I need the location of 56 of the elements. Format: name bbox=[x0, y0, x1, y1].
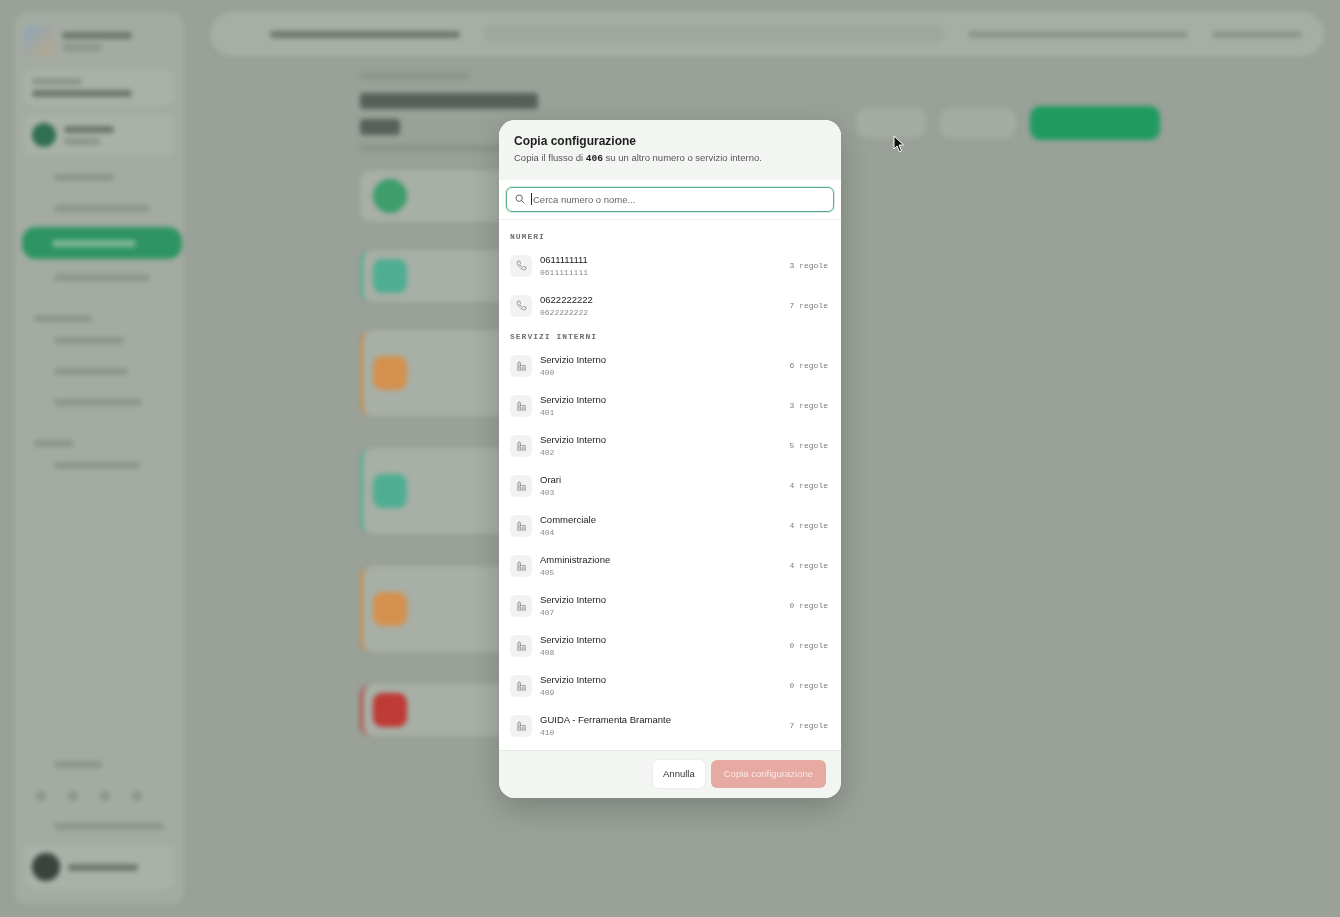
destination-name: Commerciale bbox=[540, 513, 596, 526]
building-icon bbox=[510, 714, 532, 737]
destination-number: 0611111111 bbox=[540, 267, 588, 278]
building-icon bbox=[510, 394, 532, 417]
dialog-subtitle: Copia il flusso di 406 su un altro numero o servizio interno. bbox=[514, 150, 762, 165]
building-icon bbox=[510, 594, 532, 617]
destination-name: Servizio Interno bbox=[540, 353, 606, 366]
building-icon bbox=[510, 514, 532, 537]
phone-icon bbox=[510, 254, 532, 277]
building-icon bbox=[510, 634, 532, 657]
destination-number: 400 bbox=[540, 367, 555, 378]
section-heading: SERVIZI INTERNI bbox=[510, 331, 597, 341]
destination-name: Orari bbox=[540, 473, 562, 486]
destination-number: 401 bbox=[540, 407, 555, 418]
rule-count: 7 regole bbox=[789, 301, 828, 310]
destination-name: GUIDA - Ferramenta Bramante bbox=[540, 713, 671, 726]
search-icon bbox=[515, 194, 525, 204]
destination-name: 0611111111 bbox=[540, 253, 588, 266]
mouse-pointer-icon bbox=[893, 135, 905, 153]
cancel-button[interactable]: Annulla bbox=[653, 759, 705, 788]
building-icon bbox=[510, 554, 532, 577]
destination-name: Amministrazione bbox=[540, 553, 611, 566]
destination-number: 404 bbox=[540, 527, 555, 538]
destination-number: 410 bbox=[540, 727, 555, 738]
building-icon bbox=[510, 474, 532, 497]
destination-name: Servizio Interno bbox=[540, 633, 606, 646]
phone-icon bbox=[510, 294, 532, 317]
destination-number: 402 bbox=[540, 447, 555, 458]
search-field[interactable]: Cerca numero o nome... bbox=[506, 186, 834, 212]
destination-number: 409 bbox=[540, 687, 555, 698]
rule-count: 6 regole bbox=[789, 361, 828, 370]
rule-count: 5 regole bbox=[789, 441, 828, 450]
rule-count: 0 regole bbox=[789, 681, 828, 690]
destination-name: Servizio Interno bbox=[540, 393, 606, 406]
destination-number: 403 bbox=[540, 487, 555, 498]
building-icon bbox=[510, 434, 532, 457]
destination-name: Servizio Interno bbox=[540, 593, 606, 606]
destination-number: 408 bbox=[540, 647, 555, 658]
rule-count: 4 regole bbox=[789, 561, 828, 570]
destination-name: 0622222222 bbox=[540, 293, 593, 306]
destination-number: 405 bbox=[540, 567, 555, 578]
building-icon bbox=[510, 354, 532, 377]
rule-count: 4 regole bbox=[789, 521, 828, 530]
destination-number: 407 bbox=[540, 607, 555, 618]
rule-count: 3 regole bbox=[789, 261, 828, 270]
section-heading: NUMERI bbox=[510, 231, 545, 241]
rule-count: 0 regole bbox=[789, 601, 828, 610]
destination-number: 0622222222 bbox=[540, 307, 588, 318]
destination-name: Servizio Interno bbox=[540, 673, 606, 686]
destination-name: Servizio Interno bbox=[540, 433, 606, 446]
rule-count: 7 regole bbox=[789, 721, 828, 730]
building-icon bbox=[510, 674, 532, 697]
dialog-title: Copia configurazione bbox=[514, 132, 636, 149]
rule-count: 4 regole bbox=[789, 481, 828, 490]
rule-count: 3 regole bbox=[789, 401, 828, 410]
rule-count: 0 regole bbox=[789, 641, 828, 650]
